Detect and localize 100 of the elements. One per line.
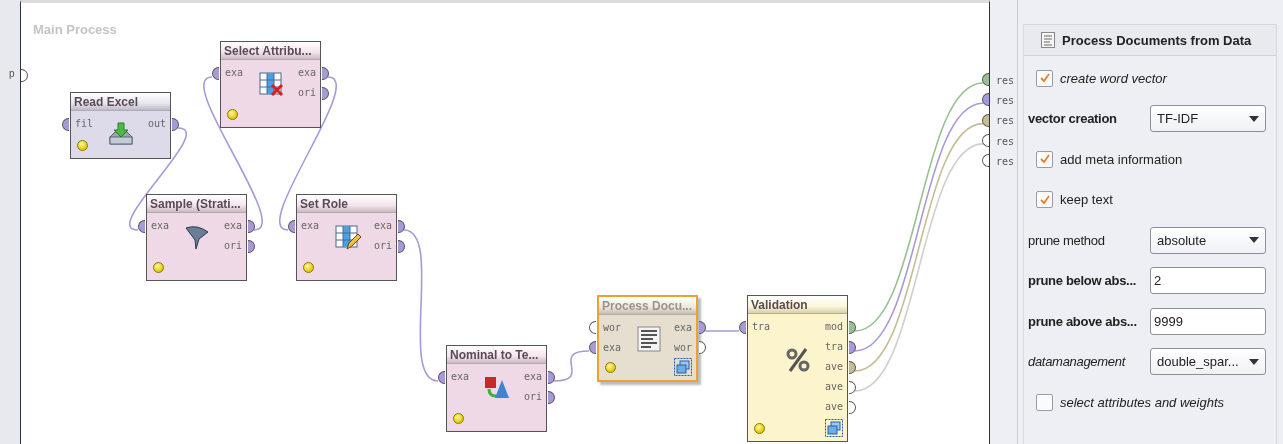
input-port[interactable]	[138, 220, 145, 233]
port-label: fil	[75, 118, 94, 129]
output-port[interactable]	[849, 401, 856, 414]
checkbox[interactable]	[1036, 150, 1053, 168]
operator-node[interactable]: Select Attribu... exa exa ori	[220, 41, 321, 128]
operator-title: Nominal to Te...	[447, 346, 546, 364]
output-port[interactable]	[548, 371, 555, 384]
status-light-icon	[227, 109, 238, 120]
operator-title: Validation	[748, 296, 847, 314]
caret-icon	[1249, 115, 1259, 122]
input-port[interactable]	[212, 67, 219, 80]
output-port[interactable]	[548, 391, 555, 404]
port-label: exa	[297, 67, 316, 78]
port-label: exa	[225, 67, 244, 78]
output-port[interactable]	[398, 240, 405, 253]
result-port[interactable]	[982, 73, 989, 86]
port-label: out	[147, 118, 166, 129]
operator-node[interactable]: Read Excel fil out	[70, 92, 171, 159]
port-label: p	[9, 68, 15, 79]
input-field[interactable]: 9999	[1150, 307, 1266, 335]
operator-node[interactable]: Process Docu... wor exa exa wor	[597, 295, 698, 382]
operator-title: Select Attribu...	[221, 42, 320, 60]
result-port[interactable]	[982, 154, 989, 168]
operator-title: Process Docu...	[599, 297, 696, 315]
input-port[interactable]	[288, 220, 295, 233]
port-label: exa	[373, 220, 392, 231]
parameter-label: datamanagement	[1028, 354, 1127, 370]
input-field[interactable]: 2	[1150, 267, 1266, 295]
output-port[interactable]	[699, 341, 706, 354]
status-light-icon	[754, 423, 765, 434]
dropdown[interactable]: absolute	[1150, 226, 1266, 254]
checkbox[interactable]	[1036, 393, 1053, 411]
result-port[interactable]	[982, 93, 989, 107]
result-port[interactable]	[982, 133, 989, 147]
port-label: exa	[523, 371, 542, 382]
port-label: exa	[451, 371, 470, 382]
dropdown[interactable]: double_spar...	[1150, 348, 1266, 376]
port-label: res	[996, 155, 1015, 167]
table-edit-icon	[333, 223, 361, 251]
port-label: exa	[673, 322, 692, 333]
operator-title: Read Excel	[71, 93, 170, 111]
input-port[interactable]	[438, 371, 445, 384]
operator-node[interactable]: Sample (Strati... exa exa ori	[146, 194, 247, 281]
connector-line	[704, 330, 740, 332]
parameter-label: prune below abs...	[1028, 273, 1137, 289]
operator-node[interactable]: Nominal to Te... exa exa ori	[446, 345, 547, 432]
output-port[interactable]	[248, 220, 255, 233]
port-label: res	[996, 74, 1015, 86]
status-light-icon	[453, 413, 464, 424]
output-port[interactable]	[398, 220, 405, 233]
panel-title: Process Documents from Data	[1062, 32, 1252, 48]
dropdown[interactable]: TF-IDF	[1150, 105, 1266, 133]
parameter-label: prune above abs...	[1028, 313, 1138, 329]
output-port[interactable]	[699, 321, 706, 334]
port-label: ori	[223, 240, 242, 251]
port-label: exa	[603, 342, 622, 353]
checkbox-label: select attributes and weights	[1060, 394, 1225, 410]
operator-title: Sample (Strati...	[147, 195, 246, 213]
checkbox-label: keep text	[1060, 192, 1113, 208]
document-icon	[635, 325, 663, 353]
port-label: tra	[752, 321, 771, 332]
checkbox[interactable]	[1036, 69, 1053, 87]
operator-node[interactable]: Validation tra mod tra ave ave ave	[747, 295, 848, 442]
port-label: ori	[297, 87, 316, 98]
checkbox-label: create word vector	[1060, 70, 1167, 86]
input-port[interactable]	[62, 118, 69, 131]
port-label: ave	[824, 361, 843, 372]
output-port[interactable]	[849, 361, 856, 374]
output-port[interactable]	[849, 341, 856, 354]
status-light-icon	[303, 262, 314, 273]
input-port[interactable]	[589, 321, 596, 334]
port-label: res	[996, 115, 1015, 127]
check-icon	[1038, 153, 1051, 166]
caret-icon	[1249, 358, 1259, 365]
port-label: exa	[223, 220, 242, 231]
output-port[interactable]	[322, 87, 329, 100]
output-port[interactable]	[172, 118, 179, 131]
status-light-icon	[605, 362, 616, 373]
port-label: mod	[824, 321, 843, 332]
output-port[interactable]	[322, 67, 329, 80]
port-label: res	[996, 135, 1015, 147]
check-icon	[1038, 72, 1051, 85]
port-label: exa	[301, 220, 320, 231]
process-title: Main Process	[33, 22, 117, 37]
status-light-icon	[153, 262, 164, 273]
result-port[interactable]	[982, 113, 989, 127]
subprocess-icon[interactable]	[825, 419, 843, 437]
caret-icon	[1249, 237, 1259, 244]
input-port[interactable]	[739, 321, 746, 334]
input-port[interactable]	[589, 341, 596, 354]
checkbox-label: add meta information	[1060, 151, 1183, 167]
operator-node[interactable]: Set Role exa exa ori	[296, 194, 397, 281]
output-port[interactable]	[248, 240, 255, 253]
subprocess-icon[interactable]	[674, 358, 692, 376]
parameter-label: prune method	[1028, 232, 1106, 248]
parameter-label: vector creation	[1028, 111, 1118, 127]
checkbox[interactable]	[1036, 191, 1053, 209]
output-port[interactable]	[849, 321, 856, 334]
output-port[interactable]	[849, 381, 856, 394]
document-icon	[1040, 32, 1056, 48]
